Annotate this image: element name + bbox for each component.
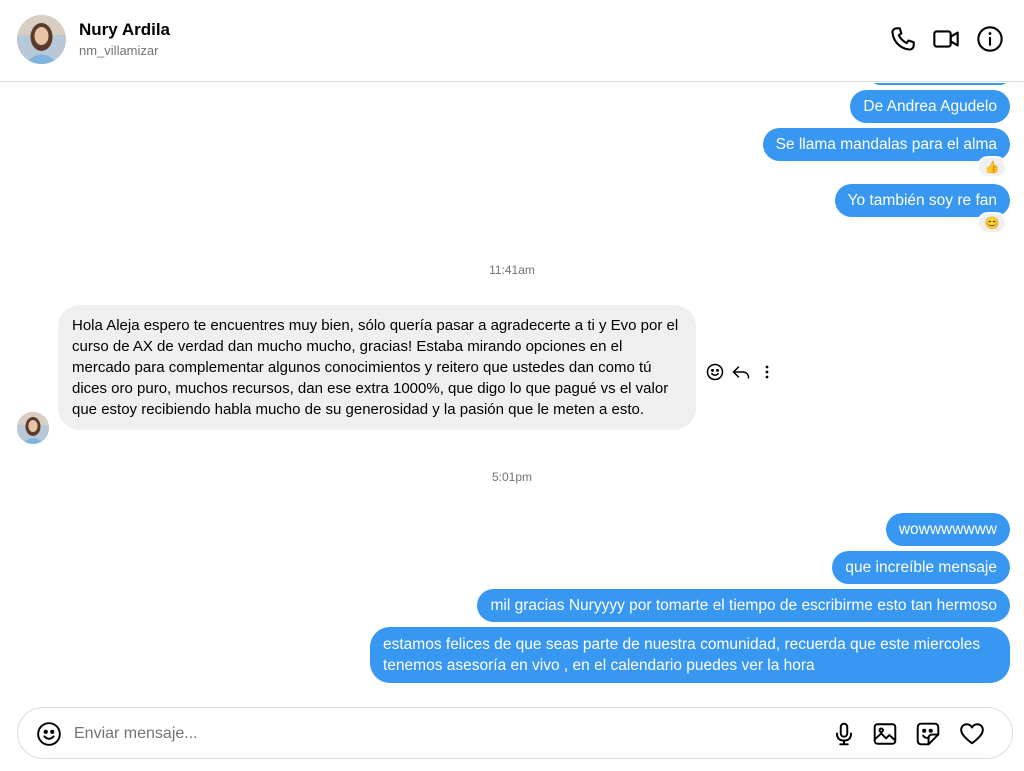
microphone-icon[interactable] (830, 720, 858, 748)
heart-icon[interactable] (958, 720, 986, 748)
sender-avatar[interactable] (17, 412, 49, 444)
phone-icon[interactable] (888, 24, 918, 54)
message-actions (705, 362, 777, 382)
timestamp: 5:01pm (491, 470, 533, 484)
sent-message[interactable]: De Andrea Agudelo (850, 90, 1010, 123)
emoji-icon[interactable] (35, 720, 63, 748)
reaction-smile[interactable]: 😊 (977, 212, 1007, 234)
sent-message[interactable]: mil gracias Nuryyyy por tomarte el tiemp… (477, 589, 1010, 622)
contact-name[interactable]: Nury Ardila (79, 20, 170, 40)
react-emoji-icon[interactable] (705, 362, 725, 382)
message-bubble-clipped[interactable] (870, 83, 1010, 85)
reaction-thumbs-up[interactable]: 👍 (977, 156, 1007, 178)
chat-header: Nury Ardila nm_villamizar (0, 0, 1024, 82)
message-input[interactable] (74, 721, 774, 747)
message-composer (17, 707, 1013, 759)
more-options-icon[interactable] (757, 364, 777, 380)
info-icon[interactable] (975, 24, 1005, 54)
timestamp: 11:41am (489, 263, 535, 277)
sticker-icon[interactable] (914, 720, 942, 748)
contact-avatar[interactable] (17, 15, 66, 64)
message-thread[interactable]: De Andrea Agudelo Se llama mandalas para… (0, 83, 1024, 705)
contact-username: nm_villamizar (79, 43, 159, 58)
reply-icon[interactable] (731, 362, 751, 382)
video-icon[interactable] (931, 24, 961, 54)
sent-message[interactable]: que increíble mensaje (832, 551, 1010, 584)
image-icon[interactable] (871, 720, 899, 748)
sent-message[interactable]: wowwwwwww (885, 513, 1010, 546)
sent-message[interactable]: Se llama mandalas para el alma (762, 128, 1010, 161)
received-message[interactable]: Hola Aleja espero te encuentres muy bien… (58, 305, 696, 430)
sent-message[interactable]: estamos felices de que seas parte de nue… (370, 627, 1010, 683)
